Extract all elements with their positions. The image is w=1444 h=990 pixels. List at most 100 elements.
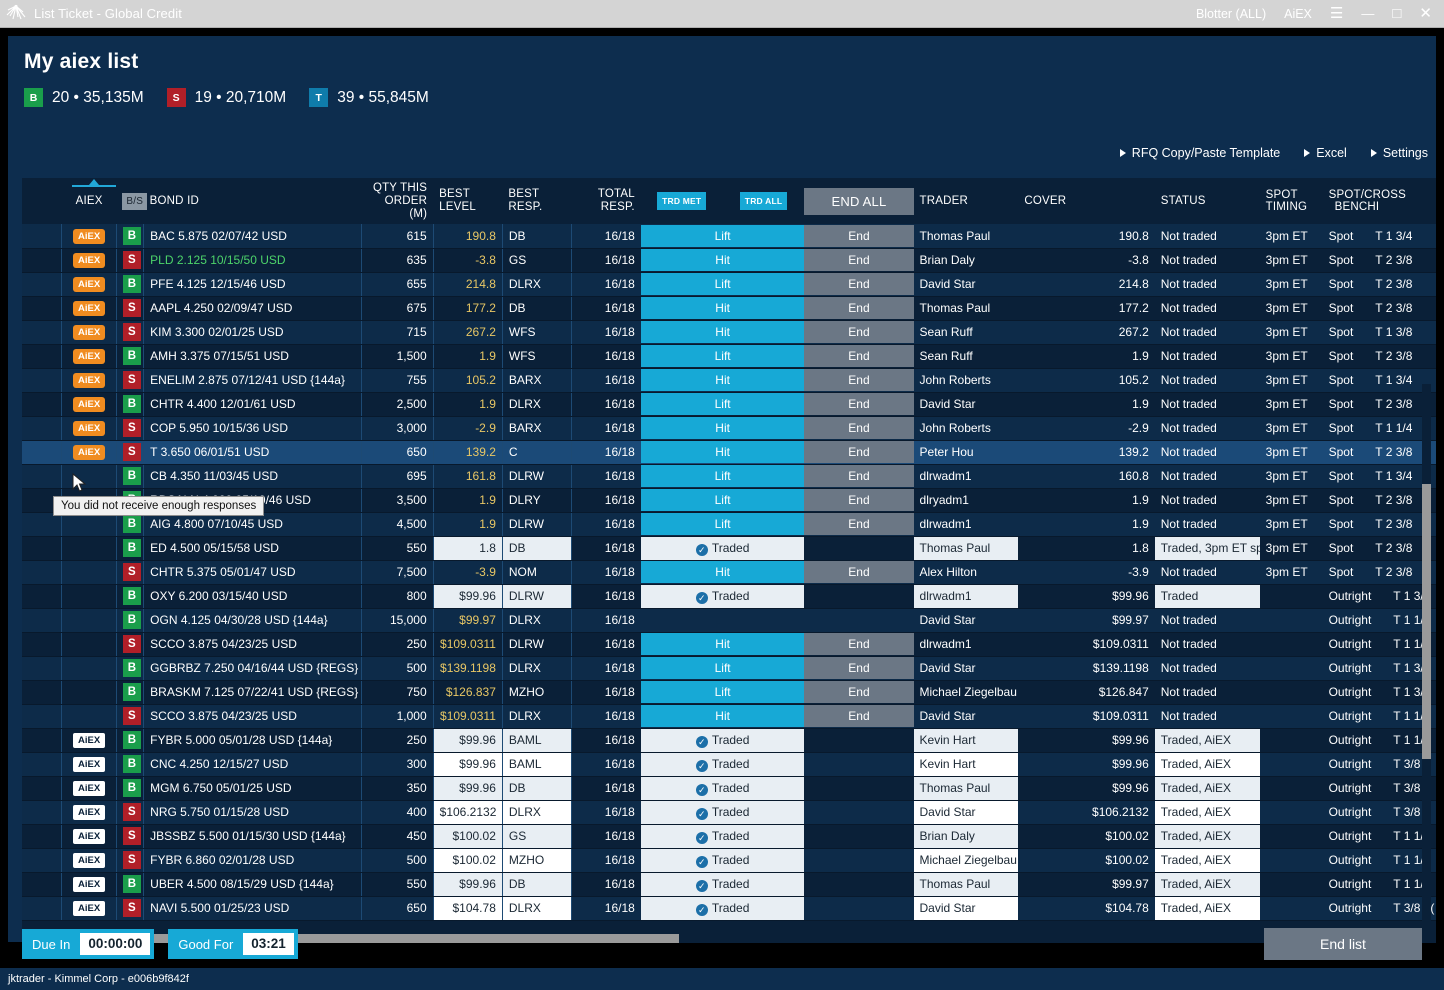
cell-qty[interactable]: 15,000 xyxy=(361,608,434,633)
cell-qty[interactable]: 1,000 xyxy=(361,704,434,729)
cell-aiex[interactable]: AiEX xyxy=(61,824,117,849)
cell-end[interactable]: End xyxy=(804,416,914,441)
aiex-badge[interactable]: AiEX xyxy=(73,853,106,868)
cell-qty[interactable]: 550 xyxy=(361,872,434,897)
cell-end[interactable]: End xyxy=(804,656,914,681)
table-row[interactable]: AiEX S FYBR 6.860 02/01/28 USD 500 $100.02 MZ… xyxy=(22,848,1436,873)
aiex-badge[interactable]: AiEX xyxy=(73,349,106,364)
table-row[interactable]: AiEX S AAPL 4.250 02/09/47 USD 675 177.2 DB 16… xyxy=(22,296,1436,321)
header-bond-id[interactable]: BOND ID xyxy=(143,178,362,224)
trade-action-button[interactable]: Lift xyxy=(640,224,805,247)
minimize-icon[interactable]: — xyxy=(1361,7,1374,20)
cell-best-level[interactable]: 1.8 xyxy=(432,536,503,561)
trade-action-button[interactable]: Hit xyxy=(640,369,805,391)
table-row[interactable]: B OXY 6.200 03/15/40 USD 800 $99.96 DLRW 16/1… xyxy=(22,584,1436,609)
cell-bond-id[interactable]: BAC 5.875 02/07/42 USD xyxy=(143,224,362,249)
vertical-scrollbar[interactable] xyxy=(1422,384,1431,929)
header-cover[interactable]: COVER xyxy=(1018,178,1155,224)
cell-aiex[interactable]: AiEX xyxy=(61,752,117,777)
end-button[interactable]: End xyxy=(804,441,914,463)
end-button[interactable]: End xyxy=(804,513,914,535)
trade-action-button[interactable]: Lift xyxy=(640,681,805,703)
cell-qty[interactable]: 695 xyxy=(361,464,434,489)
cell-end[interactable]: End xyxy=(804,440,914,465)
trade-action-button[interactable]: Hit xyxy=(640,321,805,343)
cell-qty[interactable]: 250 xyxy=(361,728,434,753)
cell-end[interactable]: End xyxy=(804,560,914,585)
end-button[interactable]: End xyxy=(804,681,914,703)
table-row[interactable]: B OGN 4.125 04/30/28 USD {144a} 15,000 $99.… xyxy=(22,608,1436,633)
cell-end[interactable]: End xyxy=(804,272,914,297)
cell-aiex[interactable]: AiEX xyxy=(61,344,117,369)
trade-action-button[interactable]: Lift xyxy=(640,393,805,415)
cell-end[interactable]: End xyxy=(804,512,914,537)
cell-qty[interactable]: 7,500 xyxy=(361,560,434,585)
table-row[interactable]: AiEX S JBSSBZ 5.500 01/15/30 USD {144a} 450… xyxy=(22,824,1436,849)
cell-end[interactable]: End xyxy=(804,488,914,513)
table-row[interactable]: AiEX B CHTR 4.400 12/01/61 USD 2,500 1.9 DLRX… xyxy=(22,392,1436,417)
table-row[interactable]: AiEX B UBER 4.500 08/15/29 USD {144a} 550 $9… xyxy=(22,872,1436,897)
cell-end[interactable]: End xyxy=(804,392,914,417)
table-row[interactable]: S SCCO 3.875 04/23/25 USD 250 $109.0311 DLRW… xyxy=(22,632,1436,657)
aiex-badge[interactable]: AiEX xyxy=(73,277,106,292)
header-best-level[interactable]: BEST LEVEL xyxy=(433,178,503,224)
end-list-button[interactable]: End list xyxy=(1264,928,1422,960)
cell-best-level[interactable]: $109.0311 xyxy=(432,632,503,657)
cell-action[interactable]: Hit xyxy=(640,440,805,465)
cell-best-level[interactable]: $106.2132 xyxy=(432,800,503,825)
cell-qty[interactable]: 550 xyxy=(361,536,434,561)
excel-link[interactable]: Excel xyxy=(1304,146,1347,160)
cell-bond-id[interactable]: AMH 3.375 07/15/51 USD xyxy=(143,344,362,369)
trade-action-button[interactable]: Lift xyxy=(640,657,805,679)
vertical-scrollbar-thumb[interactable] xyxy=(1422,484,1431,759)
settings-link[interactable]: Settings xyxy=(1370,146,1428,160)
end-button[interactable]: End xyxy=(804,321,914,343)
cell-best-level[interactable]: 1.9 xyxy=(432,512,503,537)
cell-best-level[interactable]: $99.96 xyxy=(432,872,503,897)
cell-aiex[interactable]: AiEX xyxy=(61,368,117,393)
end-button[interactable]: End xyxy=(804,224,914,247)
cell-action[interactable]: Lift xyxy=(640,656,805,681)
cell-aiex[interactable]: AiEX xyxy=(61,896,117,921)
cell-qty[interactable]: 635 xyxy=(361,248,434,273)
cell-bond-id[interactable]: COP 5.950 10/15/36 USD xyxy=(143,416,362,441)
table-row[interactable]: AiEX B BAC 5.875 02/07/42 USD 615 190.8 DB 16/… xyxy=(22,224,1436,249)
cell-bond-id[interactable]: GGBRBZ 7.250 04/16/44 USD {REGS} xyxy=(143,656,362,681)
cell-aiex[interactable]: AiEX xyxy=(61,848,117,873)
cell-bond-id[interactable]: ED 4.500 05/15/58 USD xyxy=(143,536,362,561)
cell-qty[interactable]: 450 xyxy=(361,824,434,849)
cell-qty[interactable]: 755 xyxy=(361,368,434,393)
cell-best-level[interactable]: -3.9 xyxy=(432,560,503,585)
cell-qty[interactable]: 2,500 xyxy=(361,392,434,417)
cell-best-level[interactable]: $104.78 xyxy=(432,896,503,921)
cell-action[interactable]: Hit xyxy=(640,560,805,585)
cell-qty[interactable]: 650 xyxy=(361,896,434,921)
table-row[interactable]: AiEX S PLD 2.125 10/15/50 USD 635 -3.8 GS 16/1… xyxy=(22,248,1436,273)
cell-end[interactable]: End xyxy=(804,320,914,345)
cell-best-level[interactable]: 190.8 xyxy=(432,224,503,249)
cell-qty[interactable]: 3,000 xyxy=(361,416,434,441)
aiex-badge[interactable]: AiEX xyxy=(73,445,106,460)
cell-best-level[interactable]: $99.97 xyxy=(432,608,503,633)
end-button[interactable]: End xyxy=(804,345,914,367)
aiex-badge[interactable]: AiEX xyxy=(73,373,106,388)
trade-action-button[interactable]: Hit xyxy=(640,561,805,583)
cell-best-level[interactable]: 267.2 xyxy=(432,320,503,345)
cell-end[interactable]: End xyxy=(804,224,914,249)
table-row[interactable]: S CHTR 5.375 05/01/47 USD 7,500 -3.9 NOM 16/1… xyxy=(22,560,1436,585)
cell-action[interactable]: Lift xyxy=(640,488,805,513)
cell-qty[interactable]: 675 xyxy=(361,296,434,321)
aiex-badge[interactable]: AiEX xyxy=(73,805,106,820)
trade-action-button[interactable]: Lift xyxy=(640,345,805,367)
cell-bond-id[interactable]: JBSSBZ 5.500 01/15/30 USD {144a} xyxy=(143,824,362,849)
cell-bond-id[interactable]: AAPL 4.250 02/09/47 USD xyxy=(143,296,362,321)
cell-best-level[interactable]: $139.1198 xyxy=(432,656,503,681)
aiex-badge[interactable]: AiEX xyxy=(73,397,106,412)
header-status[interactable]: STATUS xyxy=(1154,178,1260,224)
cell-bond-id[interactable]: ENELIM 2.875 07/12/41 USD {144a} xyxy=(143,368,362,393)
cell-end[interactable]: End xyxy=(804,704,914,729)
end-button[interactable]: End xyxy=(804,369,914,391)
cell-action[interactable]: Lift xyxy=(640,392,805,417)
cell-bond-id[interactable]: PFE 4.125 12/15/46 USD xyxy=(143,272,362,297)
trade-action-button[interactable]: Hit xyxy=(640,705,805,727)
